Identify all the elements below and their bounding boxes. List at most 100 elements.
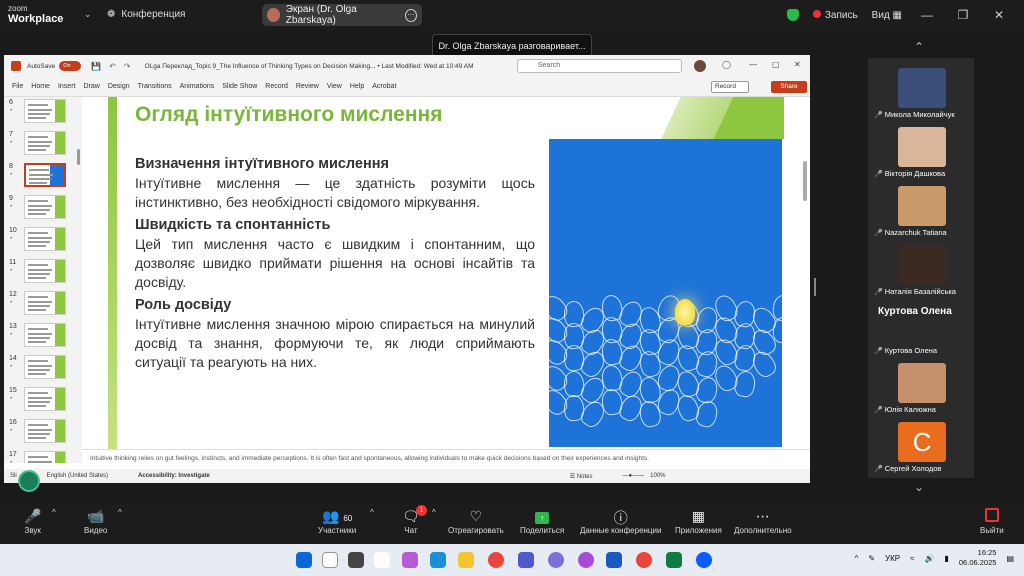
- gallery-resize-handle[interactable]: [814, 278, 816, 296]
- word-icon[interactable]: [606, 552, 622, 568]
- ppt-search-input[interactable]: Search: [517, 59, 682, 73]
- input-language[interactable]: УКР: [885, 554, 900, 563]
- slide-thumbnail[interactable]: 9 *: [7, 195, 79, 225]
- autosave-toggle[interactable]: On: [59, 61, 82, 71]
- ppt-minimize-icon[interactable]: —: [749, 60, 757, 69]
- ribbon-tab-home[interactable]: Home: [31, 83, 50, 90]
- save-icon[interactable]: 💾: [91, 62, 101, 71]
- zoom-slider[interactable]: —●——: [622, 473, 644, 479]
- ribbon-tab-animations[interactable]: Animations: [180, 83, 215, 90]
- file-explorer-icon[interactable]: [458, 552, 474, 568]
- close-icon[interactable]: ✕: [988, 8, 1010, 22]
- volume-icon[interactable]: 🔊: [925, 554, 935, 563]
- lightbulb-icon[interactable]: ◯: [722, 60, 731, 69]
- record-button[interactable]: Record: [711, 81, 749, 93]
- more-options-icon[interactable]: ···: [404, 8, 417, 22]
- ribbon-tab-design[interactable]: Design: [108, 83, 130, 90]
- clock[interactable]: 16:25 06.06.2025: [959, 548, 997, 568]
- copilot-icon[interactable]: [402, 552, 418, 568]
- audio-options-icon[interactable]: ^: [52, 508, 56, 517]
- participants-button[interactable]: 👥 60 Участники: [318, 508, 356, 535]
- meeting-info-button[interactable]: ❁ Конференция: [107, 9, 185, 20]
- audio-button[interactable]: 🎤 Звук: [24, 508, 41, 535]
- chevron-down-icon[interactable]: ⌄: [84, 9, 92, 20]
- zoom-app-icon[interactable]: [696, 552, 712, 568]
- chat-button[interactable]: 🗨 1 Чат: [402, 505, 427, 535]
- slide-thumbnail[interactable]: 16 *: [7, 419, 79, 449]
- video-options-icon[interactable]: ^: [118, 508, 122, 517]
- react-button[interactable]: ♡ Отреагировать: [448, 508, 504, 535]
- minimize-icon[interactable]: —: [916, 8, 938, 22]
- slide-thumbnail[interactable]: 10 *: [7, 227, 79, 257]
- video-button[interactable]: 📹 Видео: [84, 508, 107, 535]
- leave-button[interactable]: Выйти: [980, 508, 1004, 535]
- tray-chevron-icon[interactable]: ^: [855, 554, 859, 563]
- wifi-icon[interactable]: ≈: [910, 554, 914, 563]
- share-button[interactable]: ↑ Поделиться: [520, 508, 564, 535]
- slide-thumbnail[interactable]: 6 *: [7, 99, 79, 129]
- participant-tile[interactable]: 🎤 Вікторія Дашкова: [868, 121, 974, 181]
- chrome-icon[interactable]: [488, 552, 504, 568]
- notifications-icon[interactable]: ▤: [1006, 554, 1014, 563]
- screen-share-pill[interactable]: Экран (Dr. Olga Zbarskaya) ···: [262, 4, 422, 26]
- participants-options-icon[interactable]: ^: [370, 508, 374, 517]
- gallery-down-icon[interactable]: ⌄: [914, 480, 924, 494]
- notes-button[interactable]: ☰ Notes: [570, 473, 593, 480]
- ribbon-tab-review[interactable]: Review: [296, 83, 319, 90]
- widgets-icon[interactable]: [374, 552, 390, 568]
- ribbon-tab-slide-show[interactable]: Slide Show: [222, 83, 257, 90]
- ribbon-tab-draw[interactable]: Draw: [83, 83, 99, 90]
- ribbon-tab-transitions[interactable]: Transitions: [138, 83, 172, 90]
- slide-scrollbar[interactable]: [802, 101, 808, 441]
- annotate-icon[interactable]: [18, 470, 40, 492]
- more-button[interactable]: ⋯ Дополнительно: [734, 508, 792, 535]
- ribbon-tab-record[interactable]: Record: [265, 83, 288, 90]
- share-button[interactable]: Share: [771, 81, 807, 93]
- language-status[interactable]: English (United States): [47, 473, 108, 479]
- record-indicator[interactable]: Запись: [812, 9, 858, 21]
- accessibility-status[interactable]: Accessibility: Investigate: [138, 473, 210, 479]
- slide-thumbnail[interactable]: 12 *: [7, 291, 79, 321]
- apps-button[interactable]: ▦ Приложения: [675, 508, 722, 535]
- edge-icon[interactable]: [430, 552, 446, 568]
- gallery-up-icon[interactable]: ⌃: [914, 40, 924, 54]
- participant-tile[interactable]: Куртова Олена 🎤 Куртова Олена: [868, 298, 974, 358]
- ribbon-tab-help[interactable]: Help: [350, 83, 364, 90]
- teams-icon[interactable]: [518, 552, 534, 568]
- search-icon[interactable]: [322, 552, 338, 568]
- ppt-close-icon[interactable]: ✕: [794, 60, 801, 69]
- viber-icon[interactable]: [548, 552, 564, 568]
- ppt-restore-icon[interactable]: ▢: [772, 60, 780, 69]
- pen-icon[interactable]: ✎: [868, 554, 875, 563]
- meeting-data-button[interactable]: ⓘ Данные конференции: [580, 508, 661, 535]
- slide-thumbnail[interactable]: 14 *: [7, 355, 79, 385]
- ribbon-tab-view[interactable]: View: [327, 83, 342, 90]
- participant-tile[interactable]: 🎤 Наталія Базалійська: [868, 239, 974, 299]
- ribbon-tab-acrobat[interactable]: Acrobat: [372, 83, 396, 90]
- slide-thumbnail[interactable]: 17 *: [7, 451, 79, 463]
- undo-icon[interactable]: ↶: [109, 62, 116, 71]
- redo-icon[interactable]: ↷: [124, 62, 131, 71]
- participant-tile[interactable]: С 🎤 Сергей Холодов: [868, 416, 974, 476]
- start-icon[interactable]: [296, 552, 312, 568]
- task-view-icon[interactable]: [348, 552, 364, 568]
- shield-icon[interactable]: [786, 9, 799, 21]
- participant-tile[interactable]: 🎤 Микола Миколайчук: [868, 62, 974, 122]
- chat-options-icon[interactable]: ^: [432, 508, 436, 517]
- participant-tile[interactable]: 🎤 Nazarchuk Tatiana: [868, 180, 974, 240]
- messenger-icon[interactable]: [578, 552, 594, 568]
- speaker-notes[interactable]: Intuitive thinking relies on gut feeling…: [82, 449, 810, 469]
- chrome-profile-icon[interactable]: [636, 552, 652, 568]
- slide-thumbnail[interactable]: 8 *: [7, 163, 79, 193]
- view-button[interactable]: Вид ▦: [872, 10, 902, 21]
- participant-tile[interactable]: 🎤 Юлія Калюжна: [868, 357, 974, 417]
- slide-thumbnail[interactable]: 7 *: [7, 131, 79, 161]
- scroll-thumb[interactable]: [803, 161, 807, 201]
- restore-icon[interactable]: ❐: [952, 8, 974, 22]
- slide-thumbnail[interactable]: 11 *: [7, 259, 79, 289]
- excel-icon[interactable]: [666, 552, 682, 568]
- ribbon-tab-file[interactable]: File: [12, 83, 23, 90]
- slide-thumbnail[interactable]: 13 *: [7, 323, 79, 353]
- battery-icon[interactable]: ▮: [944, 554, 948, 563]
- ribbon-tab-insert[interactable]: Insert: [58, 83, 76, 90]
